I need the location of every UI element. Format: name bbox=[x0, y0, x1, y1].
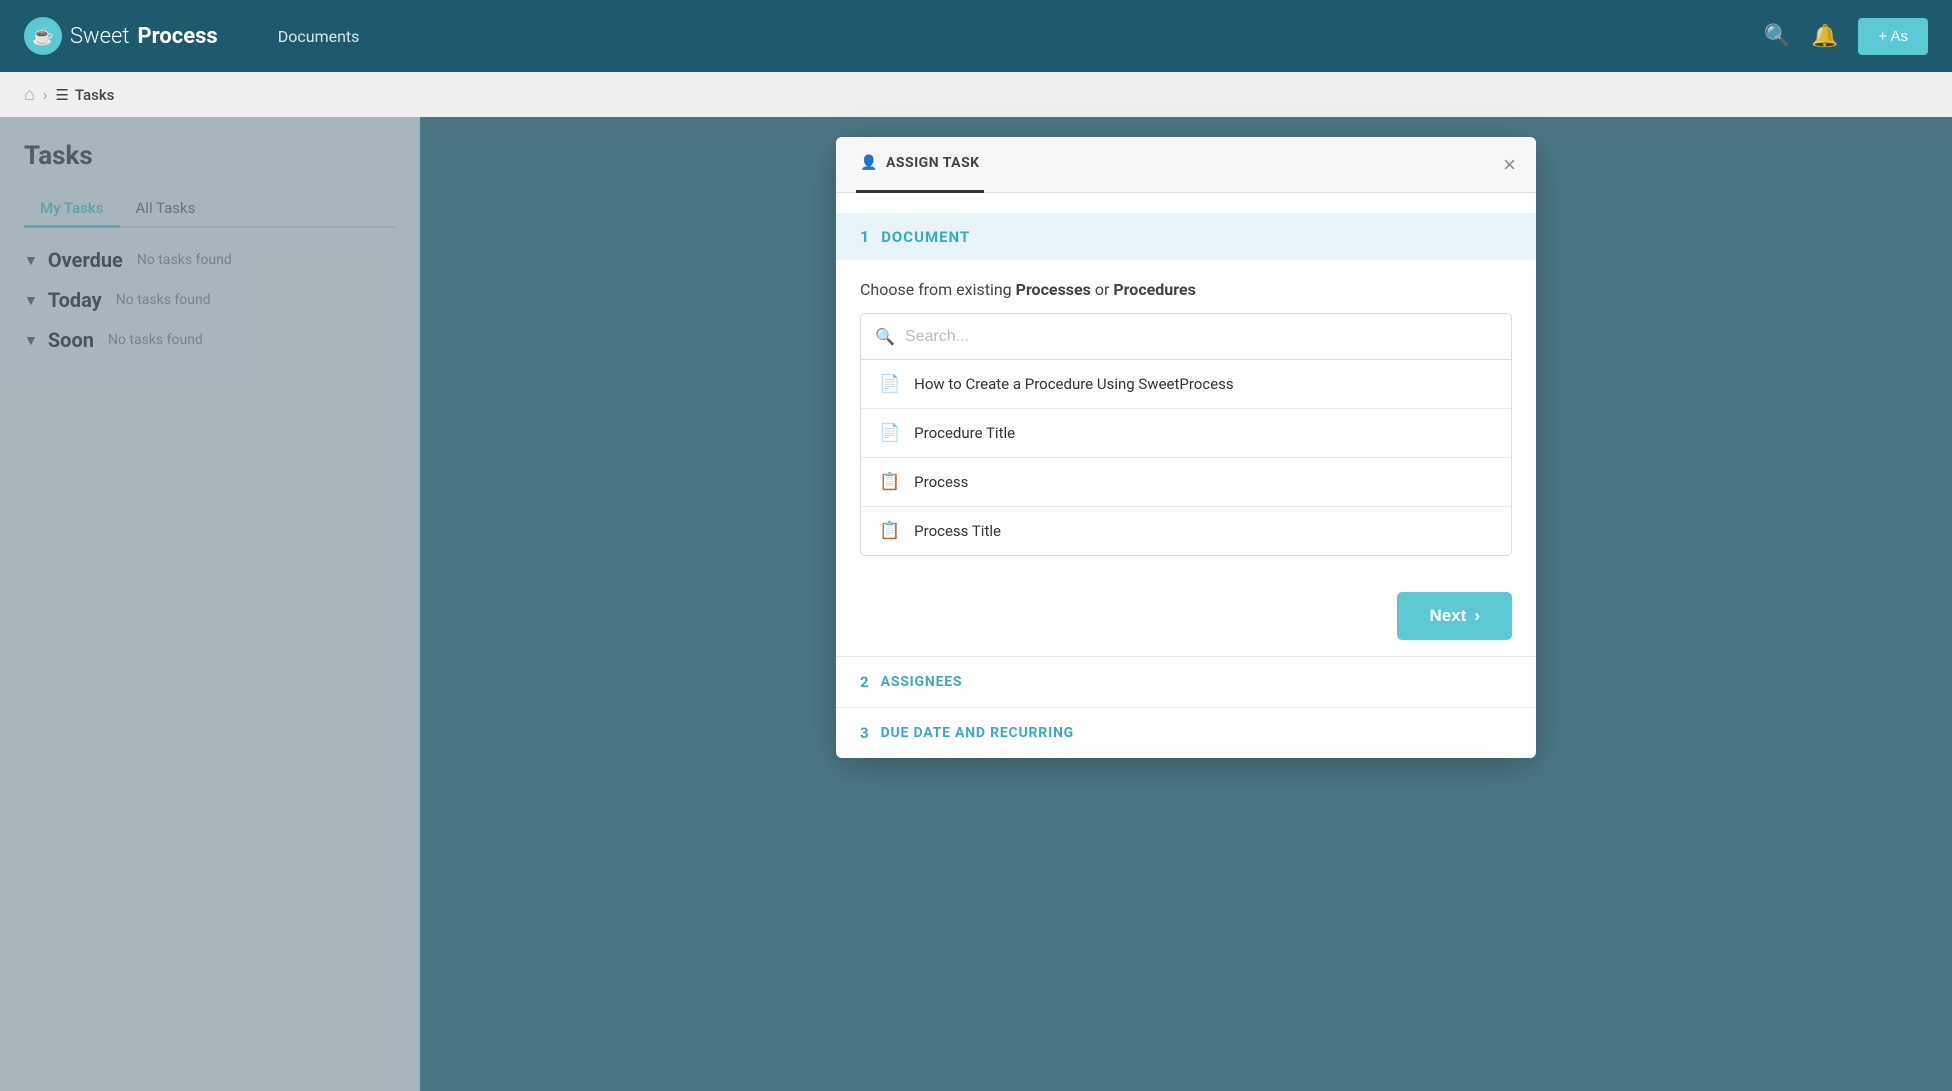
logo-icon: ☕ bbox=[24, 17, 62, 55]
modal-tab-label: ASSIGN TASK bbox=[886, 155, 980, 171]
bell-icon[interactable]: 🔔 bbox=[1811, 24, 1838, 49]
search-box: 🔍 bbox=[861, 314, 1511, 360]
assign-button[interactable]: + As bbox=[1858, 18, 1928, 55]
nav-links: Documents bbox=[258, 0, 380, 72]
breadcrumb-tasks-label: Tasks bbox=[75, 86, 115, 104]
nav-right: 🔍 🔔 + As bbox=[1764, 18, 1928, 55]
list-item[interactable]: 📋 Process Title bbox=[861, 507, 1511, 555]
user-icon: 👤 bbox=[860, 155, 878, 171]
modal-actions: Next › bbox=[836, 576, 1536, 656]
section2-title: ASSIGNEES bbox=[881, 674, 963, 690]
home-icon[interactable]: ⌂ bbox=[24, 84, 35, 105]
choose-processes: Processes bbox=[1016, 280, 1091, 299]
search-input[interactable] bbox=[905, 328, 1497, 346]
section1-number: 1 bbox=[860, 227, 869, 246]
assign-task-modal: 👤 ASSIGN TASK × 1 DOCUMENT Choose from e… bbox=[836, 137, 1536, 758]
list-item[interactable]: 📋 Process bbox=[861, 458, 1511, 507]
doc-title-2: Procedure Title bbox=[914, 424, 1015, 442]
section1-title: DOCUMENT bbox=[881, 228, 970, 246]
modal-section-due-date[interactable]: 3 DUE DATE AND RECURRING bbox=[836, 707, 1536, 758]
list-item[interactable]: 📄 Procedure Title bbox=[861, 409, 1511, 458]
modal-section-assignees[interactable]: 2 ASSIGNEES bbox=[836, 656, 1536, 707]
choose-text: Choose from existing bbox=[860, 280, 1012, 299]
list-item[interactable]: 📄 How to Create a Procedure Using SweetP… bbox=[861, 360, 1511, 409]
main-content: Tasks My Tasks All Tasks ▼ Overdue No ta… bbox=[0, 117, 1952, 1091]
choose-label: Choose from existing Processes or Proced… bbox=[860, 280, 1512, 299]
breadcrumb-tasks: ☰ Tasks bbox=[55, 86, 114, 104]
section2-number: 2 bbox=[860, 673, 869, 691]
doc-title-1: How to Create a Procedure Using SweetPro… bbox=[914, 375, 1233, 393]
logo-process: Process bbox=[137, 24, 217, 49]
next-button-label: Next bbox=[1429, 606, 1466, 626]
app-logo: ☕ Sweet Process bbox=[24, 17, 218, 55]
procedure-icon: 📄 bbox=[879, 423, 900, 443]
section3-title: DUE DATE AND RECURRING bbox=[881, 725, 1074, 741]
breadcrumb-separator: › bbox=[43, 86, 48, 104]
nav-documents[interactable]: Documents bbox=[258, 0, 380, 72]
breadcrumb: ⌂ › ☰ Tasks bbox=[0, 72, 1952, 117]
logo-sweet: Sweet bbox=[70, 24, 129, 49]
modal-tab-assign-task: 👤 ASSIGN TASK bbox=[856, 137, 984, 193]
chevron-right-icon: › bbox=[1474, 606, 1480, 626]
document-list: 📄 How to Create a Procedure Using SweetP… bbox=[861, 360, 1511, 555]
procedure-icon: 📄 bbox=[879, 374, 900, 394]
tasks-list-icon: ☰ bbox=[55, 86, 68, 104]
modal-section-document: 1 DOCUMENT Choose from existing Processe… bbox=[836, 193, 1536, 576]
process-icon: 📋 bbox=[879, 521, 900, 541]
search-container: 🔍 📄 How to Create a Procedure Using Swee… bbox=[860, 313, 1512, 556]
choose-procedures: Procedures bbox=[1113, 280, 1195, 299]
search-icon[interactable]: 🔍 bbox=[1764, 24, 1791, 49]
process-icon: 📋 bbox=[879, 472, 900, 492]
doc-title-3: Process bbox=[914, 473, 968, 491]
search-icon: 🔍 bbox=[875, 327, 895, 346]
section1-header: 1 DOCUMENT bbox=[836, 213, 1536, 260]
choose-or: or bbox=[1095, 280, 1114, 299]
modal-close-button[interactable]: × bbox=[1503, 154, 1516, 176]
section3-number: 3 bbox=[860, 724, 869, 742]
doc-title-4: Process Title bbox=[914, 522, 1001, 540]
top-navigation: ☕ Sweet Process Documents 🔍 🔔 + As bbox=[0, 0, 1952, 72]
next-button[interactable]: Next › bbox=[1397, 592, 1512, 640]
modal-header: 👤 ASSIGN TASK × bbox=[836, 137, 1536, 193]
